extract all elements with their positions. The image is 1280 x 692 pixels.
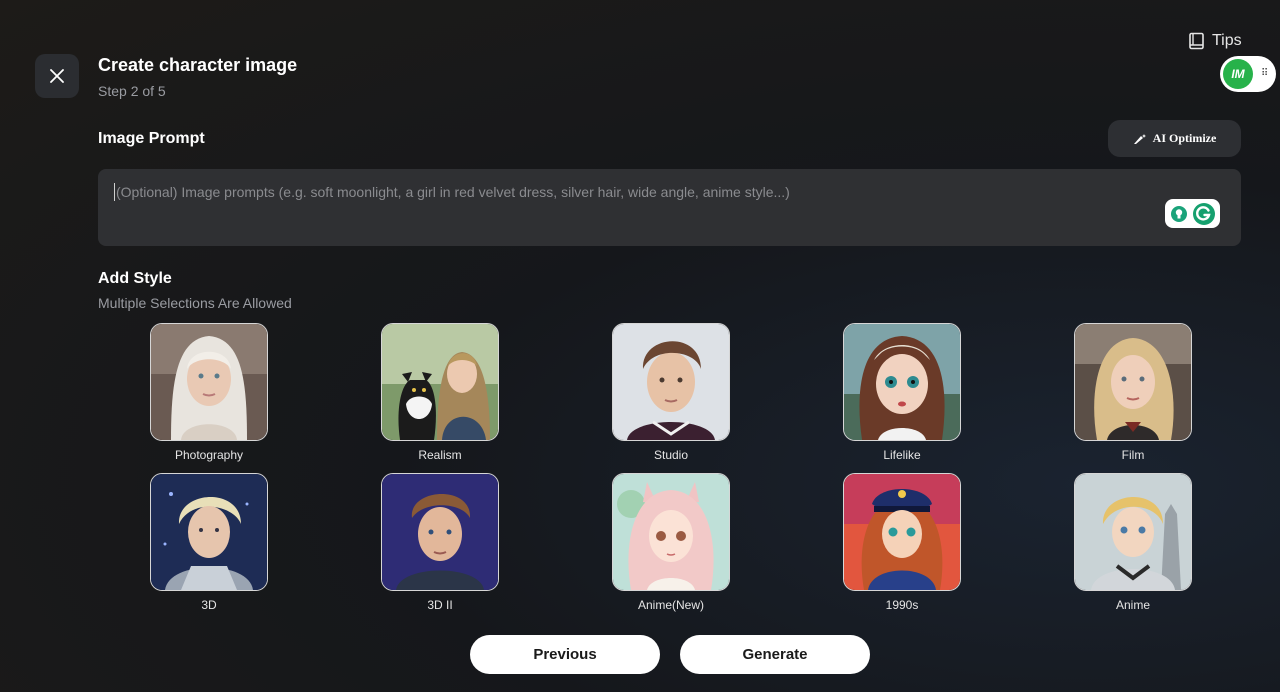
- extension-icons: [1165, 199, 1220, 228]
- style-label: Anime: [1115, 598, 1150, 612]
- style-thumbnail: [843, 473, 961, 591]
- lightbulb-icon[interactable]: [1170, 205, 1188, 223]
- style-thumbnail: [843, 323, 961, 441]
- book-icon: [1189, 32, 1204, 50]
- style-realism[interactable]: Realism: [381, 323, 499, 462]
- close-icon: [50, 69, 64, 83]
- style-thumbnail: [1074, 473, 1192, 591]
- style-film[interactable]: Film: [1074, 323, 1192, 462]
- style-label: Realism: [418, 448, 462, 462]
- style-thumbnail: [612, 323, 730, 441]
- sparkle-pen-icon: [1133, 133, 1146, 144]
- style-3d-ii[interactable]: 3D II: [381, 473, 499, 612]
- previous-button[interactable]: Previous: [470, 635, 660, 674]
- style-label: 3D: [201, 598, 217, 612]
- style-label: 3D II: [427, 598, 453, 612]
- style-thumbnail: [1074, 323, 1192, 441]
- style-studio[interactable]: Studio: [612, 323, 730, 462]
- style-thumbnail: [612, 473, 730, 591]
- style-label: Anime(New): [637, 598, 704, 612]
- drag-handle-icon[interactable]: ⠿: [1261, 69, 1268, 79]
- ai-optimize-button[interactable]: AI Optimize: [1108, 120, 1241, 157]
- image-prompt-label: Image Prompt: [98, 130, 205, 147]
- style-label: Lifelike: [883, 448, 921, 462]
- tips-button[interactable]: Tips: [1188, 32, 1242, 50]
- style-label: Photography: [174, 448, 244, 462]
- close-button[interactable]: [35, 54, 79, 98]
- extension-logo: IM: [1223, 59, 1253, 89]
- style-label: Film: [1121, 448, 1145, 462]
- style-thumbnail: [381, 323, 499, 441]
- style-anime-new[interactable]: Anime(New): [612, 473, 730, 612]
- style-label: 1990s: [885, 598, 919, 612]
- add-style-label: Add Style: [98, 270, 172, 287]
- page-title: Create character image: [98, 55, 298, 75]
- prompt-input[interactable]: [114, 183, 1148, 201]
- add-style-subtitle: Multiple Selections Are Allowed: [98, 295, 292, 311]
- style-1990s[interactable]: 1990s: [843, 473, 961, 612]
- ai-optimize-label: AI Optimize: [1152, 131, 1217, 145]
- extension-badge[interactable]: IM ⠿: [1220, 56, 1276, 92]
- style-anime[interactable]: Anime: [1074, 473, 1192, 612]
- style-thumbnail: [150, 323, 268, 441]
- prompt-container: [98, 169, 1241, 246]
- generate-button[interactable]: Generate: [680, 635, 870, 674]
- style-label: Studio: [653, 448, 689, 462]
- step-indicator: Step 2 of 5: [98, 83, 166, 99]
- style-photography[interactable]: Photography: [150, 323, 268, 462]
- style-3d[interactable]: 3D: [150, 473, 268, 612]
- style-lifelike[interactable]: Lifelike: [843, 323, 961, 462]
- tips-label: Tips: [1212, 32, 1242, 49]
- style-thumbnail: [150, 473, 268, 591]
- style-thumbnail: [381, 473, 499, 591]
- grammarly-icon[interactable]: [1192, 202, 1216, 226]
